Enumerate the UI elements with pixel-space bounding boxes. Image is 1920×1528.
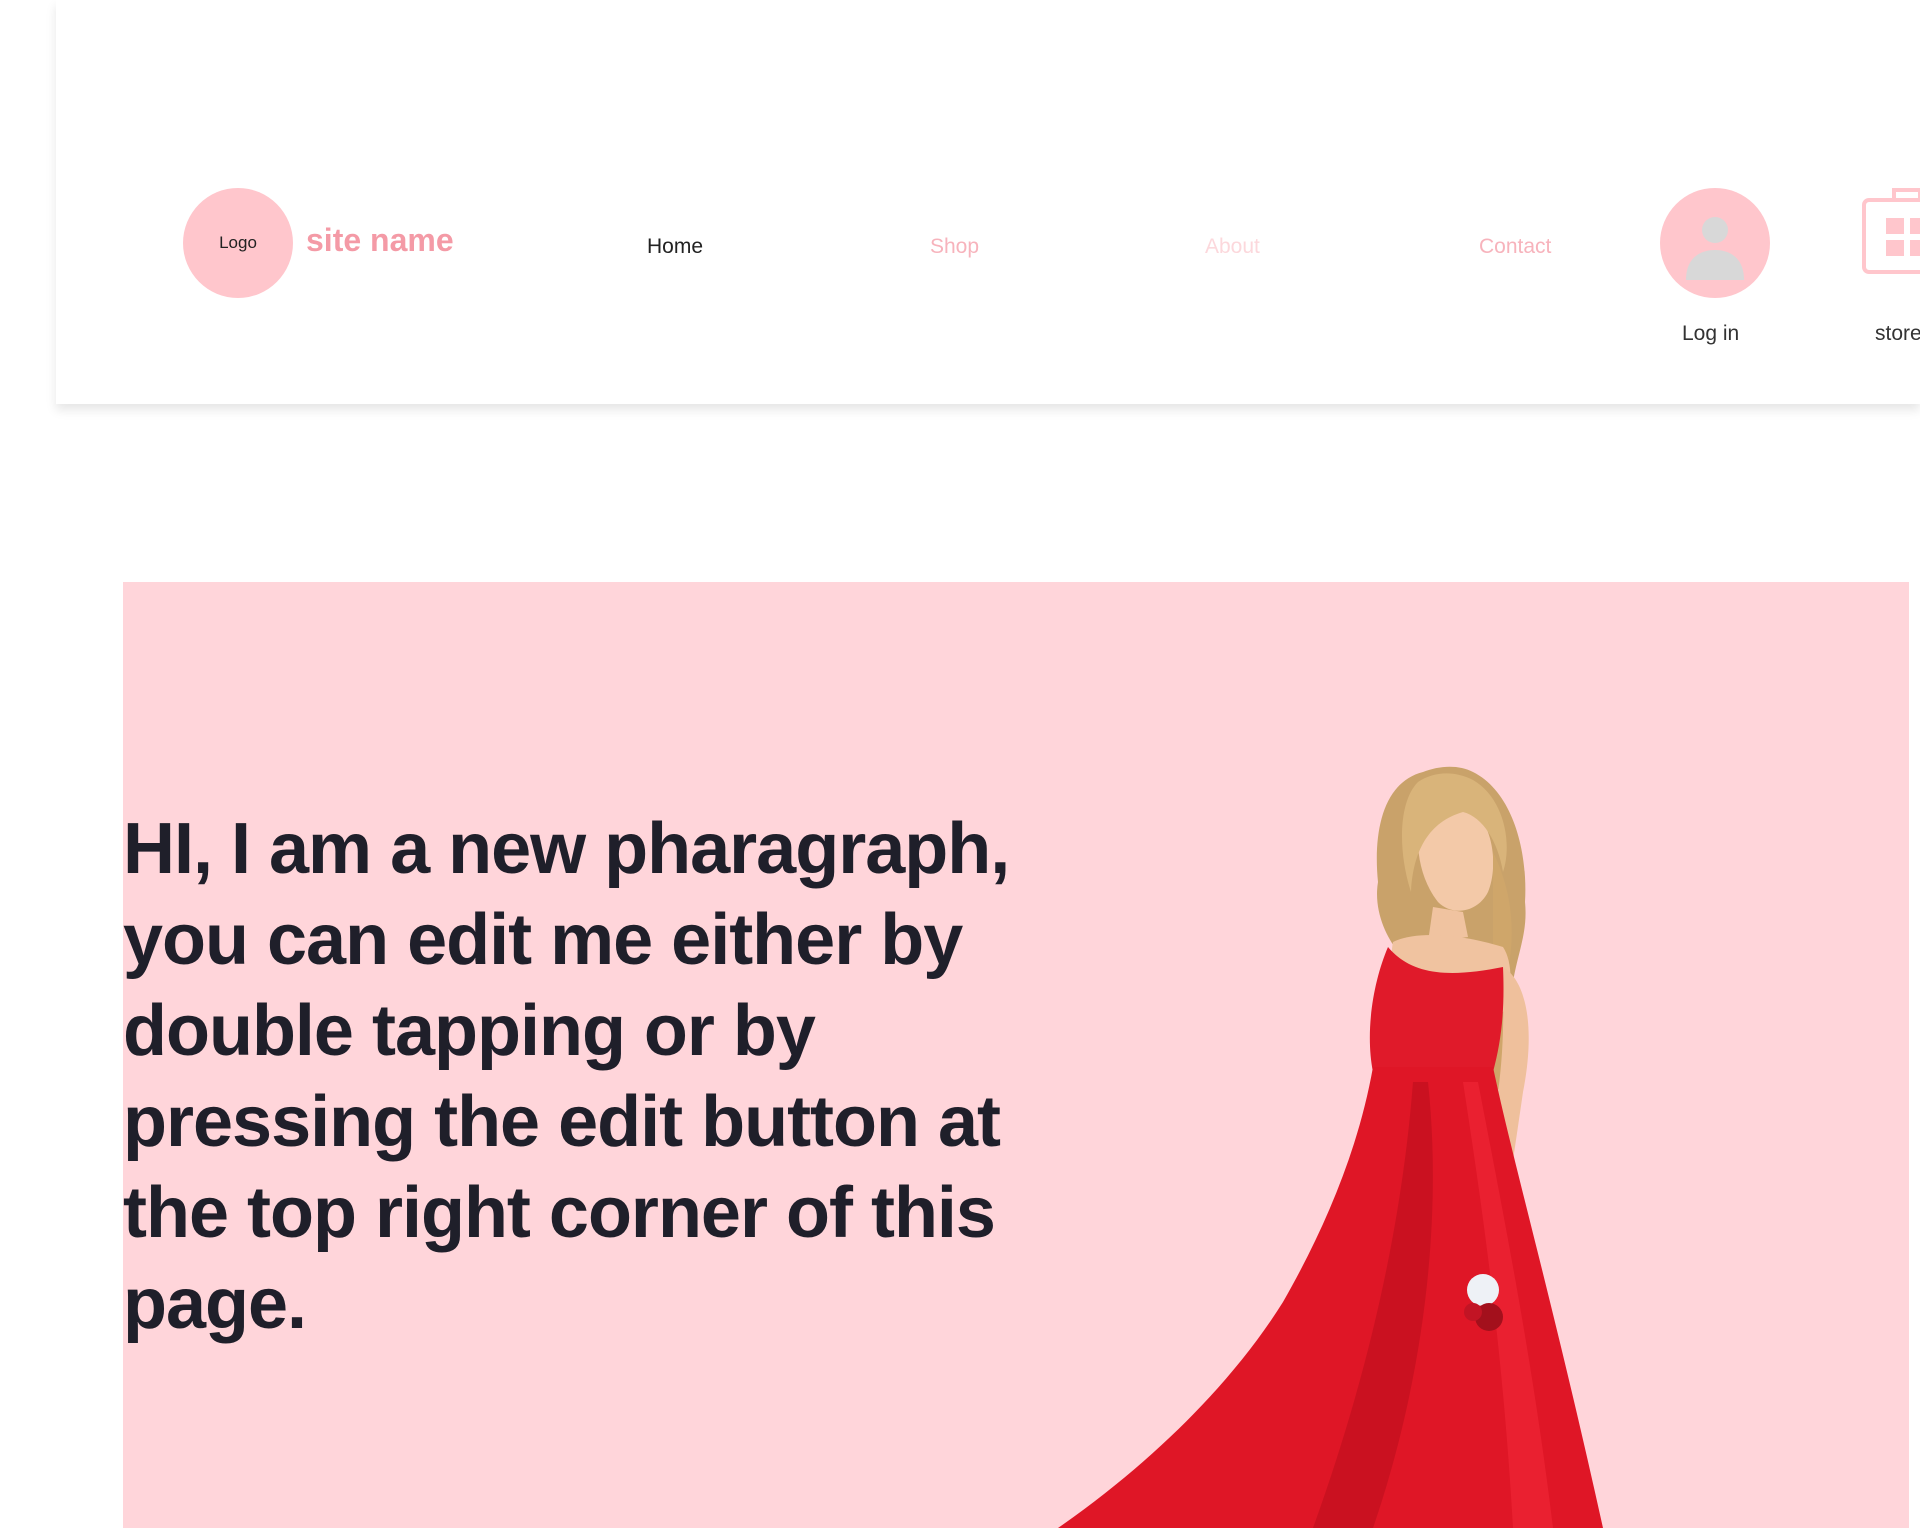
nav-home-link[interactable]: Home [647, 235, 703, 259]
shopping-bag-icon[interactable] [1861, 186, 1920, 276]
nav-shop-link[interactable]: Shop [930, 235, 979, 259]
login-label[interactable]: Log in [1682, 322, 1739, 346]
user-avatar-icon [1686, 217, 1744, 280]
nav-contact-link[interactable]: Contact [1479, 235, 1551, 259]
logo-text: Logo [219, 233, 257, 252]
site-name[interactable]: site name [306, 222, 454, 259]
site-header: Logo site name Home Shop About Contact L… [56, 0, 1920, 404]
store-label[interactable]: store [1875, 322, 1920, 346]
login-button[interactable] [1660, 188, 1770, 298]
page: Logo site name Home Shop About Contact L… [0, 0, 1920, 1528]
logo[interactable]: Logo [183, 188, 293, 298]
hero-section: HI, I am a new pharagraph, you can edit … [123, 582, 1909, 1528]
nav-about-link[interactable]: About [1205, 235, 1260, 259]
woman-in-red-dress-image [1058, 766, 1603, 1528]
